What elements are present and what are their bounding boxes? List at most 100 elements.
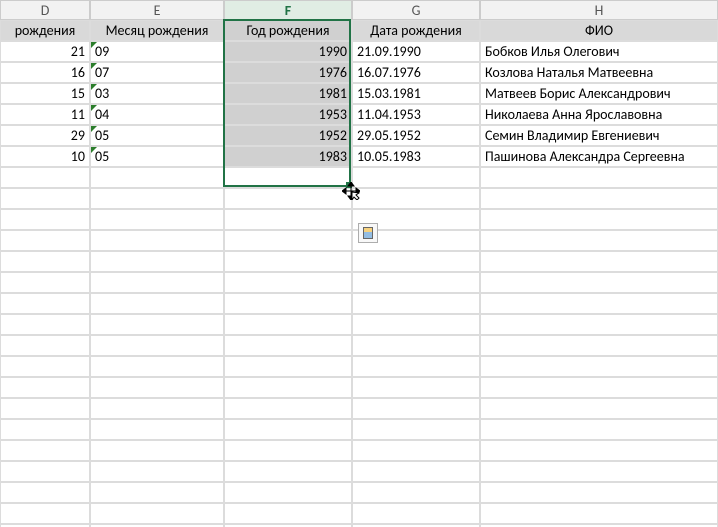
empty-cell[interactable] [224,251,352,272]
empty-cell[interactable] [90,335,224,356]
empty-cell[interactable] [90,167,224,188]
empty-cell[interactable] [480,398,718,419]
empty-cell[interactable] [352,188,480,209]
cell-G-7[interactable]: 10.05.1983 [352,146,480,167]
empty-cell[interactable] [0,356,90,377]
empty-cell[interactable] [90,398,224,419]
empty-cell[interactable] [480,440,718,461]
empty-cell[interactable] [480,314,718,335]
empty-cell[interactable] [352,398,480,419]
empty-cell[interactable] [0,314,90,335]
empty-cell[interactable] [0,482,90,503]
empty-cell[interactable] [90,272,224,293]
empty-cell[interactable] [480,503,718,524]
empty-cell[interactable] [224,461,352,482]
empty-cell[interactable] [480,251,718,272]
empty-cell[interactable] [90,314,224,335]
empty-cell[interactable] [352,482,480,503]
empty-cell[interactable] [352,419,480,440]
empty-cell[interactable] [90,209,224,230]
empty-cell[interactable] [224,272,352,293]
header-cell-E[interactable]: Месяц рождения [90,20,224,41]
empty-cell[interactable] [224,482,352,503]
cell-G-3[interactable]: 16.07.1976 [352,62,480,83]
empty-cell[interactable] [480,482,718,503]
empty-cell[interactable] [352,251,480,272]
cell-E-7[interactable]: 05 [90,146,224,167]
empty-cell[interactable] [0,419,90,440]
cell-H-5[interactable]: Николаева Анна Ярославовна [480,104,718,125]
empty-cell[interactable] [352,356,480,377]
empty-cell[interactable] [224,398,352,419]
empty-cell[interactable] [224,230,352,251]
cell-H-6[interactable]: Семин Владимир Евгениевич [480,125,718,146]
cell-F-5[interactable]: 1953 [224,104,352,125]
empty-cell[interactable] [90,461,224,482]
empty-cell[interactable] [480,335,718,356]
cell-F-4[interactable]: 1981 [224,83,352,104]
empty-cell[interactable] [0,167,90,188]
empty-cell[interactable] [224,188,352,209]
empty-cell[interactable] [480,377,718,398]
header-cell-D[interactable]: рождения [0,20,90,41]
empty-cell[interactable] [0,230,90,251]
empty-cell[interactable] [480,209,718,230]
empty-cell[interactable] [224,440,352,461]
cell-G-5[interactable]: 11.04.1953 [352,104,480,125]
empty-cell[interactable] [0,293,90,314]
empty-cell[interactable] [224,209,352,230]
cell-D-5[interactable]: 11 [0,104,90,125]
cell-F-6[interactable]: 1952 [224,125,352,146]
column-header-G[interactable]: G [352,0,480,20]
empty-cell[interactable] [0,440,90,461]
empty-cell[interactable] [0,503,90,524]
column-header-H[interactable]: H [480,0,718,20]
cell-G-2[interactable]: 21.09.1990 [352,41,480,62]
cell-D-7[interactable]: 10 [0,146,90,167]
empty-cell[interactable] [352,503,480,524]
empty-cell[interactable] [0,272,90,293]
empty-cell[interactable] [0,335,90,356]
empty-cell[interactable] [90,419,224,440]
empty-cell[interactable] [224,503,352,524]
empty-cell[interactable] [0,188,90,209]
empty-cell[interactable] [352,293,480,314]
cell-H-7[interactable]: Пашинова Александра Сергеевна [480,146,718,167]
empty-cell[interactable] [224,335,352,356]
empty-cell[interactable] [480,356,718,377]
cell-G-6[interactable]: 29.05.1952 [352,125,480,146]
empty-cell[interactable] [90,482,224,503]
cell-F-2[interactable]: 1990 [224,41,352,62]
cell-D-4[interactable]: 15 [0,83,90,104]
header-cell-H[interactable]: ФИО [480,20,718,41]
cell-E-4[interactable]: 03 [90,83,224,104]
empty-cell[interactable] [480,419,718,440]
empty-cell[interactable] [352,377,480,398]
empty-cell[interactable] [90,440,224,461]
empty-cell[interactable] [90,251,224,272]
column-header-E[interactable]: E [90,0,224,20]
cell-D-3[interactable]: 16 [0,62,90,83]
empty-cell[interactable] [0,209,90,230]
empty-cell[interactable] [90,503,224,524]
empty-cell[interactable] [352,335,480,356]
empty-cell[interactable] [480,188,718,209]
cell-F-7[interactable]: 1983 [224,146,352,167]
empty-cell[interactable] [224,356,352,377]
cell-G-4[interactable]: 15.03.1981 [352,83,480,104]
cell-H-4[interactable]: Матвеев Борис Александрович [480,83,718,104]
empty-cell[interactable] [90,356,224,377]
header-cell-G[interactable]: Дата рождения [352,20,480,41]
empty-cell[interactable] [480,230,718,251]
empty-cell[interactable] [480,293,718,314]
empty-cell[interactable] [0,461,90,482]
empty-cell[interactable] [224,293,352,314]
empty-cell[interactable] [480,167,718,188]
empty-cell[interactable] [90,293,224,314]
paste-options-icon[interactable] [358,223,378,243]
empty-cell[interactable] [0,377,90,398]
empty-cell[interactable] [480,461,718,482]
empty-cell[interactable] [90,230,224,251]
empty-cell[interactable] [352,461,480,482]
empty-cell[interactable] [0,251,90,272]
